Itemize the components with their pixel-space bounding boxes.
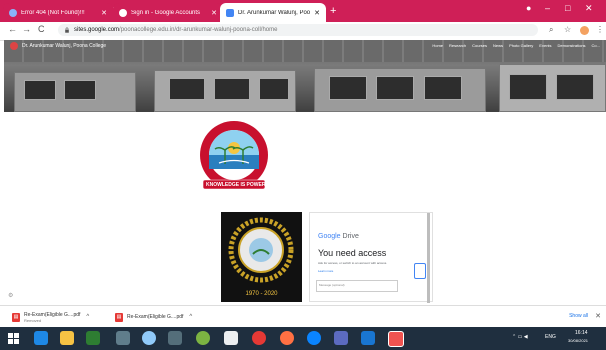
- file-explorer-icon[interactable]: [60, 331, 74, 345]
- chrome-active-icon[interactable]: [388, 331, 404, 347]
- nav-demonstrations[interactable]: Demonstrations: [558, 43, 586, 48]
- download-item[interactable]: ▤ Re-Exam(Eligible G....pdf Removed ^: [12, 308, 89, 326]
- console-screen: [509, 74, 547, 100]
- language-indicator[interactable]: ENG: [545, 334, 556, 340]
- forward-button[interactable]: →: [22, 24, 31, 34]
- word-icon[interactable]: [361, 331, 375, 345]
- close-icon[interactable]: ✕: [314, 9, 320, 17]
- access-title: You need access: [318, 248, 387, 258]
- new-tab-button[interactable]: +: [330, 4, 336, 18]
- globe-icon: [9, 8, 17, 17]
- console-screen: [24, 80, 56, 100]
- firefox-icon[interactable]: [280, 331, 294, 345]
- tab-title: Error 404 (Not Found)!!!: [21, 9, 85, 16]
- message-field[interactable]: Message (optional): [316, 280, 398, 292]
- site-name[interactable]: Dr. Arunkumar Walunj, Poona College: [22, 43, 106, 49]
- chevron-up-icon[interactable]: ^: [189, 314, 192, 320]
- site-logo[interactable]: [10, 42, 18, 50]
- google-drive-logo: Google Drive: [318, 233, 359, 240]
- url-host: sites.google.com: [74, 27, 120, 33]
- console-screen: [259, 78, 289, 100]
- emblem-motto: KNOWLEDGE IS POWER: [206, 182, 266, 188]
- clock-time[interactable]: 16:14: [575, 330, 588, 336]
- minimize-button[interactable]: –: [545, 3, 550, 13]
- tab-dr-arunkumar[interactable]: Dr. Arunkumar Walunj, Poona C ✕: [220, 3, 326, 22]
- download-shelf: ▤ Re-Exam(Eligible G....pdf Removed ^ ▤ …: [0, 305, 606, 328]
- nav-more[interactable]: Co...: [592, 43, 600, 48]
- pdf-icon: ▤: [12, 312, 20, 322]
- record-icon: ●: [526, 3, 532, 13]
- console-screen: [424, 76, 462, 100]
- windows-taskbar: ⌃ ▭ ◀ ENG 16:14 30/08/2021: [0, 327, 606, 350]
- illustration-icon: [414, 263, 426, 279]
- pdf-icon: ▤: [115, 312, 123, 322]
- console-screen: [376, 76, 414, 100]
- nav-courses[interactable]: Courses: [472, 43, 487, 48]
- lock-icon: [65, 27, 69, 33]
- green-app-icon[interactable]: [196, 331, 210, 345]
- drive-embed: Google Drive You need access Ask for acc…: [309, 212, 433, 303]
- settings-app-icon[interactable]: [116, 331, 130, 345]
- bookmark-star-icon[interactable]: ☆: [564, 25, 571, 34]
- address-bar[interactable]: sites.google.com/poonacollege.edu.in/dr-…: [58, 24, 538, 36]
- golden-seal-image: [228, 217, 294, 283]
- nav-news[interactable]: News: [493, 43, 503, 48]
- anniversary-poster: 1970 - 2020: [221, 212, 302, 302]
- media-icon[interactable]: [142, 331, 156, 345]
- nav-research[interactable]: Research: [449, 43, 466, 48]
- edge-icon[interactable]: [307, 331, 321, 345]
- nav-home[interactable]: Home: [432, 43, 443, 48]
- download-name: Re-Exam(Eligible G....pdf: [24, 311, 81, 318]
- settings-icon[interactable]: ⚙: [8, 292, 13, 299]
- reload-button[interactable]: C: [38, 24, 45, 34]
- calculator-icon[interactable]: [224, 331, 238, 345]
- site-nav: Home Research Courses News Photo Gallery…: [432, 43, 600, 48]
- tab-title: Dr. Arunkumar Walunj, Poona C: [238, 9, 311, 16]
- zoom-icon[interactable]: ⌕: [549, 25, 553, 35]
- store-icon[interactable]: [86, 331, 100, 345]
- windows-start-icon[interactable]: [8, 333, 19, 344]
- menu-kebab-icon[interactable]: ⋮: [596, 25, 604, 34]
- tab-strip: Error 404 (Not Found)!!! ✕ Sign in - Goo…: [0, 0, 606, 22]
- console-screen: [169, 78, 205, 100]
- close-icon[interactable]: ✕: [595, 312, 601, 320]
- access-description: Ask for access, or switch to an account …: [318, 261, 388, 265]
- tray-icons[interactable]: ⌃ ▭ ◀: [512, 334, 528, 340]
- cursor-bar: [427, 213, 430, 303]
- download-name: Re-Exam(Eligible G....pdf: [127, 314, 184, 320]
- sites-icon: [226, 8, 234, 17]
- chevron-up-icon[interactable]: ^: [86, 314, 89, 320]
- google-icon: [119, 8, 127, 17]
- learn-more-link[interactable]: Learn more: [318, 269, 333, 273]
- console-screen: [556, 74, 594, 100]
- show-all-button[interactable]: Show all: [569, 313, 588, 319]
- console-screen: [64, 80, 96, 100]
- maximize-button[interactable]: □: [565, 3, 570, 13]
- clock-date[interactable]: 30/08/2021: [568, 338, 588, 343]
- close-window-button[interactable]: ✕: [585, 3, 593, 14]
- nav-events[interactable]: Events: [539, 43, 551, 48]
- url-path: /poonacollege.edu.in/dr-arunkumar-walunj…: [119, 27, 278, 33]
- teams-icon[interactable]: [334, 331, 348, 345]
- tab-sign-in[interactable]: Sign in - Google Accounts ✕: [113, 3, 223, 22]
- close-icon[interactable]: ✕: [101, 9, 107, 17]
- download-item[interactable]: ▤ Re-Exam(Eligible G....pdf ^: [115, 308, 192, 326]
- app-icon[interactable]: [168, 331, 182, 345]
- ie-icon[interactable]: [34, 331, 48, 345]
- close-icon[interactable]: ✕: [211, 9, 217, 17]
- tab-title: Sign in - Google Accounts: [131, 9, 201, 16]
- console-screen: [329, 76, 367, 100]
- download-status: Removed: [24, 317, 42, 323]
- browser-toolbar: ← → C sites.google.com/poonacollege.edu.…: [0, 22, 606, 41]
- nav-photo-gallery[interactable]: Photo Gallery: [509, 43, 533, 48]
- back-button[interactable]: ←: [8, 24, 17, 34]
- poster-years: 1970 - 2020: [245, 291, 278, 297]
- console-screen: [214, 78, 250, 100]
- red-app-icon[interactable]: [252, 331, 266, 345]
- profile-avatar[interactable]: [580, 26, 589, 35]
- tab-error-404[interactable]: Error 404 (Not Found)!!! ✕: [3, 3, 114, 22]
